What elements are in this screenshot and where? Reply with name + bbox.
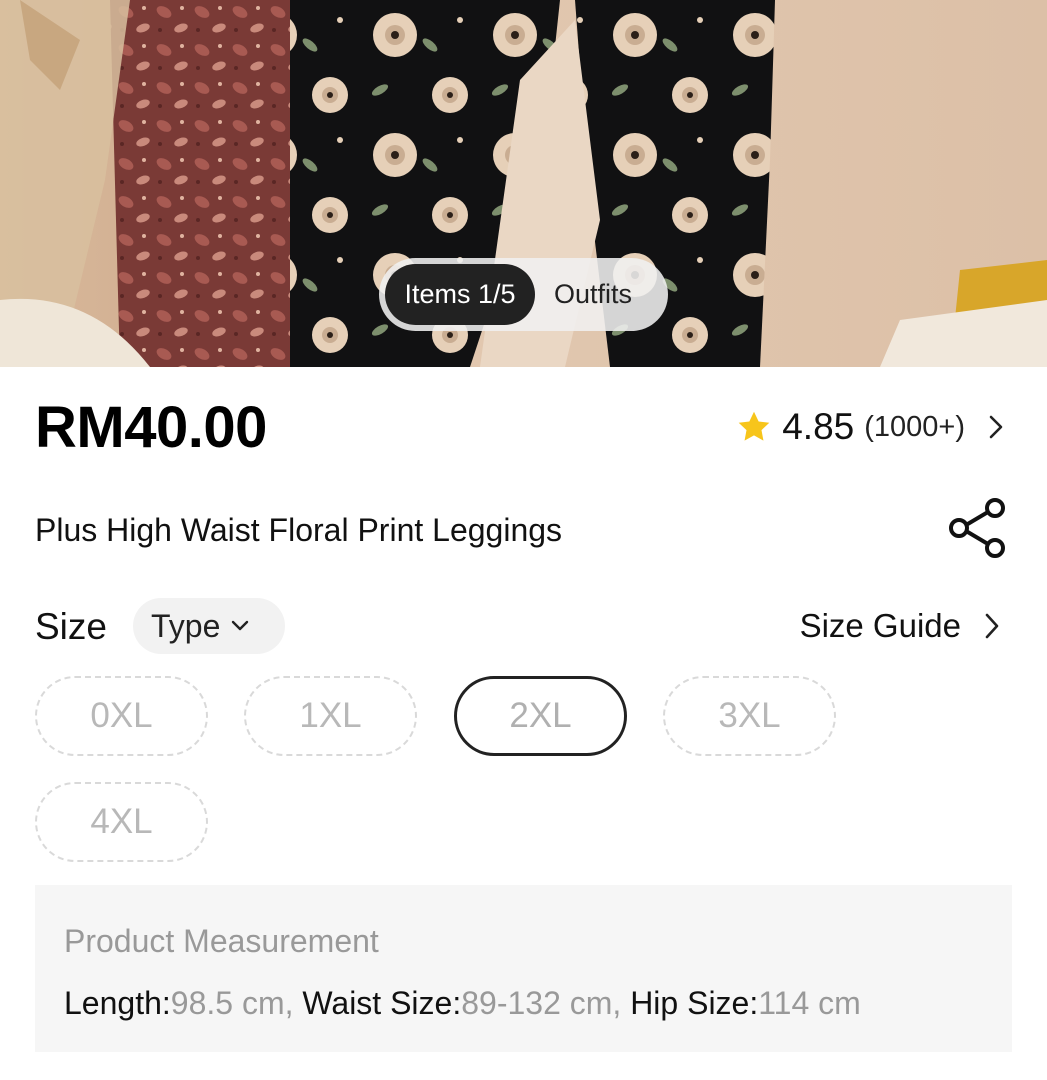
measurement-key-hip: Hip Size: [630, 985, 759, 1021]
size-type-label: Type [151, 607, 221, 644]
product-image[interactable]: Items 1/5 Outfits [0, 0, 1047, 367]
rating-count: (1000+) [864, 410, 965, 443]
size-option-2xl[interactable]: 2XL [454, 676, 627, 756]
chevron-right-icon [985, 613, 999, 639]
size-guide-label: Size Guide [799, 607, 961, 644]
star-icon [738, 411, 770, 441]
tab-outfits[interactable]: Outfits [554, 279, 632, 310]
measurement-value-waist: 89-132 cm [461, 985, 613, 1021]
measurement-values: Length:98.5 cm, Waist Size:89-132 cm, Hi… [64, 982, 861, 1024]
product-measurement-panel: Product Measurement Length:98.5 cm, Wais… [35, 885, 1012, 1052]
rating-summary[interactable]: 4.85 (1000+) [736, 403, 1005, 451]
size-option-4xl[interactable]: 4XL [35, 782, 208, 862]
size-guide-link[interactable]: Size Guide [800, 604, 1001, 648]
measurement-key-length: Length: [64, 985, 171, 1021]
measurement-title: Product Measurement [64, 923, 379, 959]
size-type-dropdown[interactable]: Type [133, 598, 285, 654]
measurement-separator: , [612, 985, 631, 1021]
measurement-value-length: 98.5 cm [170, 985, 285, 1021]
size-option-1xl[interactable]: 1XL [244, 676, 417, 756]
chevron-right-icon [989, 415, 1003, 439]
measurement-separator: , [284, 985, 303, 1021]
product-price: RM40.00 [35, 395, 267, 460]
size-option-0xl[interactable]: 0XL [35, 676, 208, 756]
share-icon[interactable] [947, 497, 1007, 559]
size-label: Size [35, 606, 107, 647]
measurement-key-waist: Waist Size: [302, 985, 462, 1021]
measurement-value-hip: 114 cm [758, 985, 861, 1021]
rating-score: 4.85 [782, 406, 855, 447]
product-title: Plus High Waist Floral Print Leggings [35, 512, 563, 548]
chevron-down-icon [232, 620, 249, 631]
size-option-3xl[interactable]: 3XL [663, 676, 836, 756]
tab-items[interactable]: Items 1/5 [385, 264, 535, 325]
gallery-tabs: Items 1/5 Outfits [379, 258, 668, 331]
